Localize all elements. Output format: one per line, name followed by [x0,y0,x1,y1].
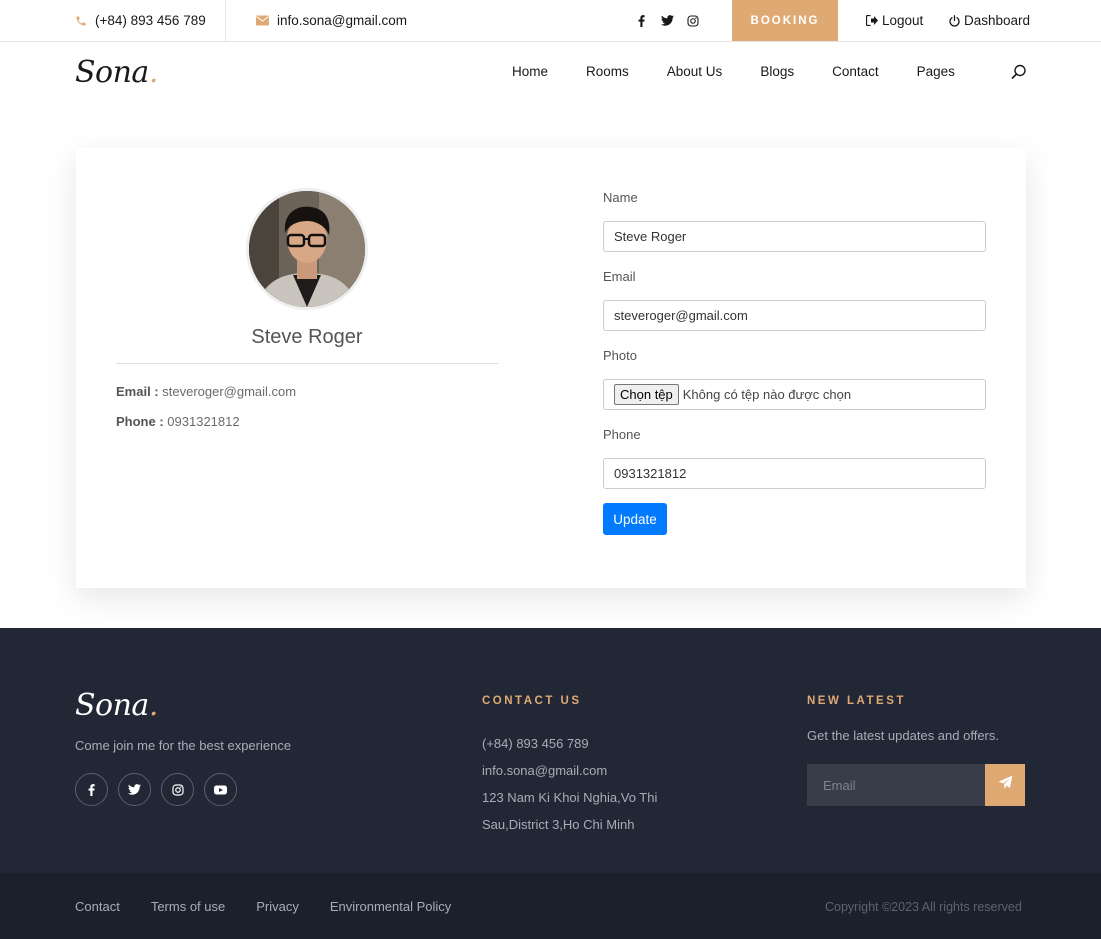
email-field[interactable]: steveroger@gmail.com [603,300,986,331]
choose-file-button[interactable]: Chọn tệp [614,384,679,405]
footer-link-environmental[interactable]: Environmental Policy [330,899,451,914]
topbar-email-text: info.sona@gmail.com [277,13,408,28]
instagram-icon[interactable] [686,14,700,27]
logout-link[interactable]: Logout [866,0,923,41]
topbar-phone: (+84) 893 456 789 [75,0,206,41]
logo-dot: . [148,55,159,90]
email-field-value: steveroger@gmail.com [614,308,748,323]
facebook-icon[interactable] [634,14,648,27]
profile-email: Email : steveroger@gmail.com [116,384,296,399]
main-menu: Home Rooms About Us Blogs Contact Pages [512,64,993,79]
avatar [246,188,368,310]
contact-address: 123 Nam Ki Khoi Nghia,Vo Thi Sau,Distric… [482,790,658,832]
footer-facebook-icon[interactable] [75,773,108,806]
sign-out-icon [866,15,878,26]
dashboard-label: Dashboard [964,13,1031,28]
footer-youtube-icon[interactable] [204,773,237,806]
site-logo[interactable]: Sona. [75,55,158,90]
newsletter-email-placeholder: Email [823,777,856,793]
copyright: Copyright ©2023 All rights reserved [825,900,1022,914]
phone-icon [75,15,87,27]
profile-phone-label: Phone : [116,414,164,429]
footer-link-contact[interactable]: Contact [75,899,120,914]
menu-item-home[interactable]: Home [512,64,548,79]
photo-file-input[interactable]: Chọn tệp Không có tệp nào được chọn [603,379,986,410]
footer-twitter-icon[interactable] [118,773,151,806]
contact-heading: CONTACT US [482,695,582,707]
profile-email-label: Email : [116,384,159,399]
newsletter-heading: NEW LATEST [807,695,906,707]
email-label: Email [603,269,636,284]
topbar-email: info.sona@gmail.com [256,0,407,41]
menu-item-rooms[interactable]: Rooms [586,64,629,79]
profile-divider [116,363,498,364]
search-icon[interactable] [1011,64,1027,80]
menu-item-about[interactable]: About Us [667,64,723,79]
footer-logo-dot: . [148,688,159,723]
footer: Sona. Come join me for the best experien… [0,628,1101,939]
logout-label: Logout [882,13,924,28]
phone-field[interactable]: 0931321812 [603,458,986,489]
footer-links: Contact Terms of use Privacy Environment… [75,899,482,914]
name-field-value: Steve Roger [614,229,687,244]
paper-plane-icon [998,775,1013,795]
menu-item-contact[interactable]: Contact [832,64,879,79]
menu-item-pages[interactable]: Pages [917,64,955,79]
phone-label: Phone [603,427,641,442]
top-bar: (+84) 893 456 789 info.sona@gmail.com BO… [0,0,1101,42]
profile-email-value: steveroger@gmail.com [162,384,297,399]
update-button[interactable]: Update [603,503,667,535]
topbar-social [634,0,700,41]
footer-logo-text: Sona [75,688,149,723]
topbar-phone-text: (+84) 893 456 789 [95,13,206,28]
name-field[interactable]: Steve Roger [603,221,986,252]
contact-email: info.sona@gmail.com [482,763,608,778]
footer-social [75,773,237,806]
contact-phone: (+84) 893 456 789 [482,736,589,751]
newsletter-text: Get the latest updates and offers. [807,728,999,743]
dashboard-link[interactable]: Dashboard [949,0,1030,41]
newsletter-send-button[interactable] [985,764,1025,806]
menu-item-blogs[interactable]: Blogs [760,64,794,79]
profile-card: Steve Roger Email : steveroger@gmail.com… [76,148,1026,588]
footer-tagline: Come join me for the best experience [75,738,292,753]
footer-link-privacy[interactable]: Privacy [256,899,299,914]
profile-phone-value: 0931321812 [167,414,240,429]
profile-name: Steve Roger [251,326,363,348]
footer-logo[interactable]: Sona. [75,688,158,723]
envelope-icon [256,15,269,26]
power-icon [949,14,960,27]
profile-phone: Phone : 0931321812 [116,414,240,429]
twitter-icon[interactable] [660,15,674,26]
logo-text: Sona [75,55,149,90]
footer-link-terms[interactable]: Terms of use [151,899,225,914]
name-label: Name [603,190,638,205]
topbar-divider [225,0,226,41]
newsletter-email-input[interactable]: Email [807,764,985,806]
footer-bottom: Contact Terms of use Privacy Environment… [0,873,1101,939]
footer-instagram-icon[interactable] [161,773,194,806]
photo-label: Photo [603,348,637,363]
phone-field-value: 0931321812 [614,466,687,481]
contact-info: (+84) 893 456 789 info.sona@gmail.com 12… [482,730,662,838]
file-status: Không có tệp nào được chọn [682,387,852,402]
booking-button[interactable]: BOOKING [732,0,838,41]
